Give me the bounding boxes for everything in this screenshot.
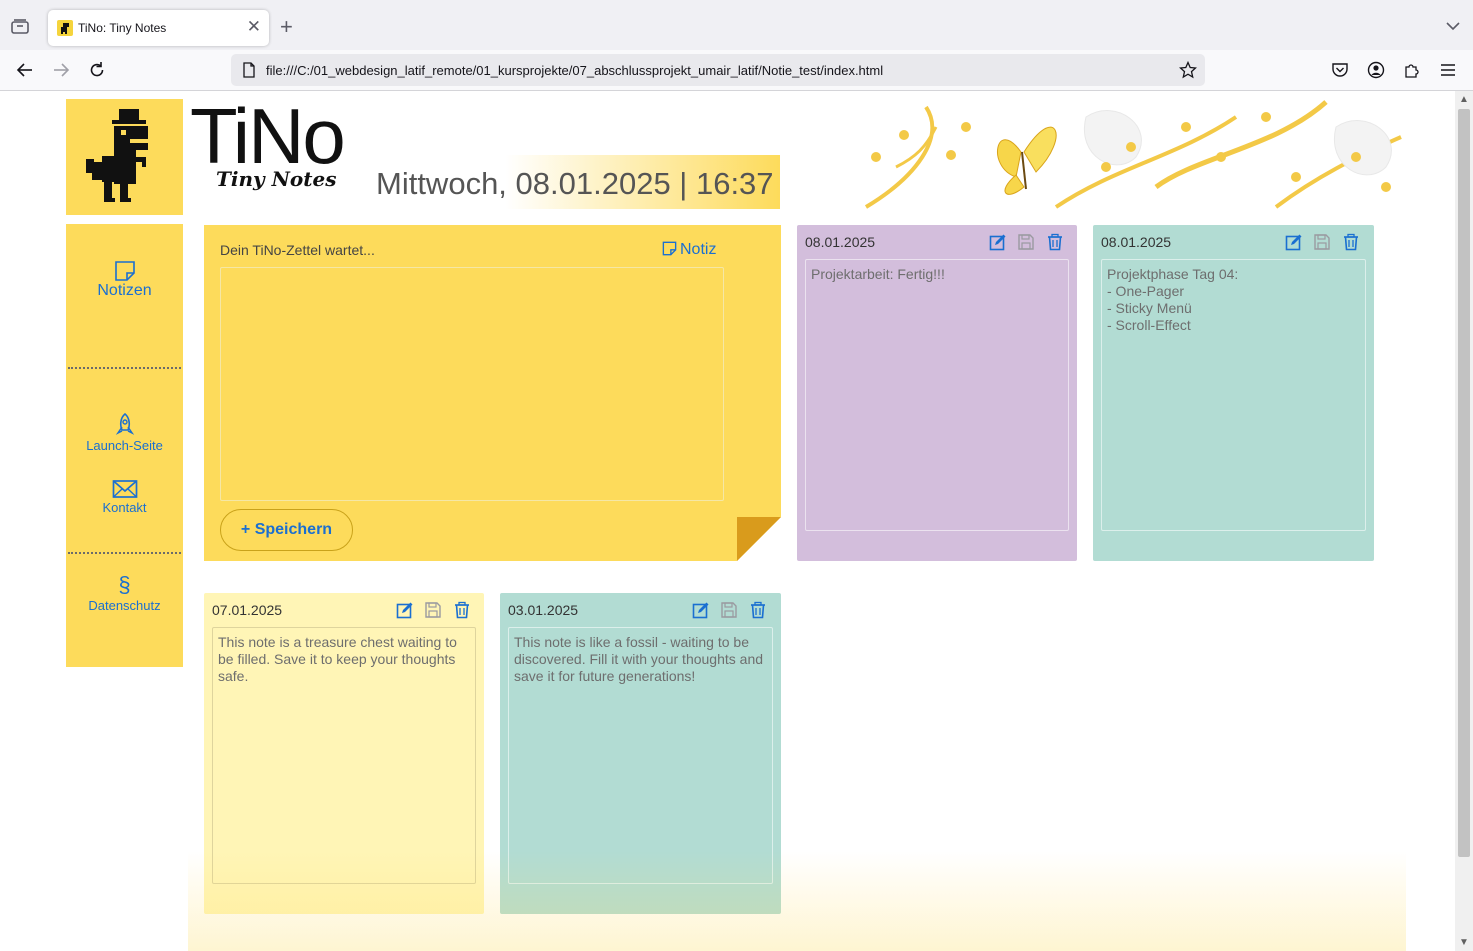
butterfly-flower-decoration xyxy=(864,100,1402,209)
note-date: 08.01.2025 xyxy=(805,234,876,250)
forward-arrow-icon[interactable] xyxy=(51,60,71,80)
compose-placeholder-label: Dein TiNo-Zettel wartet... xyxy=(220,242,375,258)
note-date: 07.01.2025 xyxy=(212,602,283,618)
trash-icon[interactable] xyxy=(453,601,471,619)
edit-icon[interactable] xyxy=(692,601,710,619)
hamburger-menu-icon[interactable] xyxy=(1439,61,1457,79)
tab-close-button[interactable]: ✕ xyxy=(247,16,261,38)
note-icon xyxy=(114,261,135,281)
dino-hat-icon xyxy=(86,109,148,202)
browser-navbar: file:///C:/01_webdesign_latif_remote/01_… xyxy=(0,50,1473,91)
compose-note-card: Dein TiNo-Zettel wartet... Notiz + Speic… xyxy=(204,225,781,561)
note-date: 03.01.2025 xyxy=(508,602,579,618)
tino-favicon-icon xyxy=(57,20,73,36)
note-text[interactable]: Projektarbeit: Fertig!!! xyxy=(805,259,1069,531)
page-icon xyxy=(243,62,255,78)
pocket-icon[interactable] xyxy=(1331,61,1349,79)
brand-subtitle: Tiny Notes xyxy=(216,167,337,191)
current-datetime: Mittwoch, 08.01.2025 | 16:37 xyxy=(376,166,774,201)
sidebar-item-label: Kontakt xyxy=(102,500,147,515)
edit-icon[interactable] xyxy=(396,601,414,619)
sidebar-divider xyxy=(68,367,181,369)
page-viewport: TiNo Tiny Notes Mittwoch, 08.01.2025 | 1… xyxy=(0,91,1455,951)
sidebar-item-notizen[interactable]: Notizen xyxy=(66,260,183,300)
rocket-icon xyxy=(115,413,134,435)
bookmark-star-icon[interactable] xyxy=(1179,61,1197,79)
url-bar[interactable]: file:///C:/01_webdesign_latif_remote/01_… xyxy=(231,54,1205,86)
note-icon xyxy=(662,241,677,256)
sidebar-item-label: Launch-Seite xyxy=(86,438,163,453)
dino-logo[interactable] xyxy=(66,99,183,215)
sidebar-item-launch-seite[interactable]: Launch-Seite xyxy=(66,413,183,455)
save-disk-icon[interactable] xyxy=(424,601,442,619)
sidebar-item-kontakt[interactable]: Kontakt xyxy=(66,479,183,517)
note-card: 08.01.2025 Projektphase Tag 04: - One-Pa… xyxy=(1093,225,1374,561)
note-text[interactable]: This note is a treasure chest waiting to… xyxy=(212,627,476,884)
sidebar-item-datenschutz[interactable]: § Datenschutz xyxy=(66,573,183,615)
extensions-icon[interactable] xyxy=(1403,61,1421,79)
account-icon[interactable] xyxy=(1367,61,1385,79)
browser-tab-strip: TiNo: Tiny Notes ✕ + xyxy=(0,0,1473,50)
note-text[interactable]: Projektphase Tag 04: - One-Pager - Stick… xyxy=(1101,259,1366,531)
footer-gradient xyxy=(188,851,1406,951)
scroll-up-arrow-icon[interactable]: ▲ xyxy=(1459,94,1469,105)
note-card: 08.01.2025 Projektarbeit: Fertig!!! xyxy=(797,225,1077,561)
tab-list-icon[interactable] xyxy=(10,17,30,37)
tab-title: TiNo: Tiny Notes xyxy=(78,21,167,35)
trash-icon[interactable] xyxy=(749,601,767,619)
scroll-down-arrow-icon[interactable]: ▼ xyxy=(1459,937,1469,948)
new-note-link[interactable]: Notiz xyxy=(662,241,716,259)
sidebar-item-label: Datenschutz xyxy=(88,598,161,613)
note-date: 08.01.2025 xyxy=(1101,234,1172,250)
compose-textarea[interactable] xyxy=(220,267,724,501)
envelope-icon xyxy=(112,480,137,498)
sidebar-item-label: Notizen xyxy=(97,282,152,299)
url-text[interactable]: file:///C:/01_webdesign_latif_remote/01_… xyxy=(266,63,883,78)
edit-icon[interactable] xyxy=(989,233,1007,251)
new-note-label: Notiz xyxy=(680,241,717,258)
edit-icon[interactable] xyxy=(1285,233,1303,251)
note-text[interactable]: This note is like a fossil - waiting to … xyxy=(508,627,773,884)
section-sign-icon: § xyxy=(118,572,131,597)
trash-icon[interactable] xyxy=(1342,233,1360,251)
scrollbar-thumb[interactable] xyxy=(1458,109,1470,857)
browser-tab-active[interactable]: TiNo: Tiny Notes ✕ xyxy=(48,10,269,46)
sidebar-divider xyxy=(68,552,181,554)
save-disk-icon[interactable] xyxy=(1313,233,1331,251)
page-scrollbar[interactable]: ▲ ▼ xyxy=(1455,91,1473,951)
save-disk-icon[interactable] xyxy=(720,601,738,619)
new-tab-button[interactable]: + xyxy=(280,16,293,38)
back-arrow-icon[interactable] xyxy=(15,60,35,80)
trash-icon[interactable] xyxy=(1046,233,1064,251)
save-button[interactable]: + Speichern xyxy=(220,509,353,551)
page-fold-corner xyxy=(737,517,781,561)
sidebar-nav: Notizen Launch-Seite Kontakt § Datenschu… xyxy=(66,224,183,667)
save-disk-icon[interactable] xyxy=(1017,233,1035,251)
chevron-down-icon[interactable] xyxy=(1445,18,1461,34)
reload-icon[interactable] xyxy=(87,60,107,80)
